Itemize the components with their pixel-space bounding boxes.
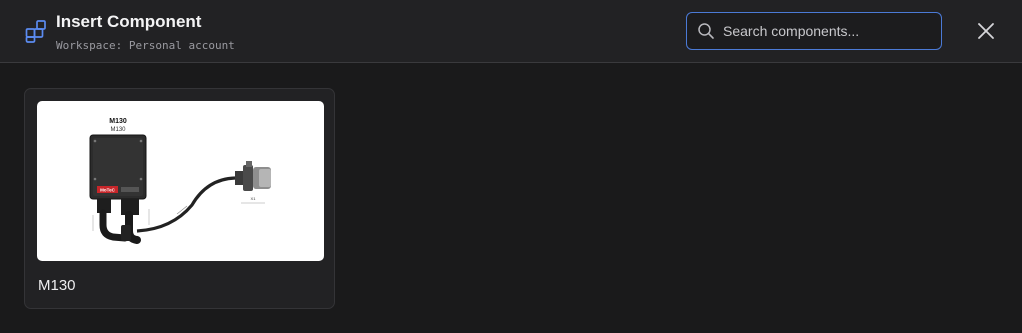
workspace-label: Workspace: Personal account [56,39,235,52]
brand-badge: MoTeC [100,188,115,193]
search-input[interactable] [723,16,938,46]
component-grid: M130 M130 MoTeC X1 M130 [0,64,1022,333]
dialog-title: Insert Component [56,12,202,31]
component-card[interactable]: M130 M130 MoTeC X1 M130 [24,88,335,309]
device-sublabel: M130 [110,127,126,133]
insert-component-dialog: Insert Component Workspace: Personal acc… [0,0,1022,333]
close-button[interactable] [974,19,998,43]
search-icon [698,23,714,39]
component-thumbnail: M130 M130 MoTeC X1 [37,101,324,261]
device-label: M130 [109,118,127,125]
dialog-header: Insert Component Workspace: Personal acc… [0,0,1022,63]
close-icon [978,23,994,39]
connector-label: X1 [251,196,257,201]
device-illustration: M130 M130 MoTeC X1 [89,118,271,244]
components-grid-icon [25,20,46,43]
search-box[interactable] [686,12,942,50]
component-name: M130 [38,277,76,294]
